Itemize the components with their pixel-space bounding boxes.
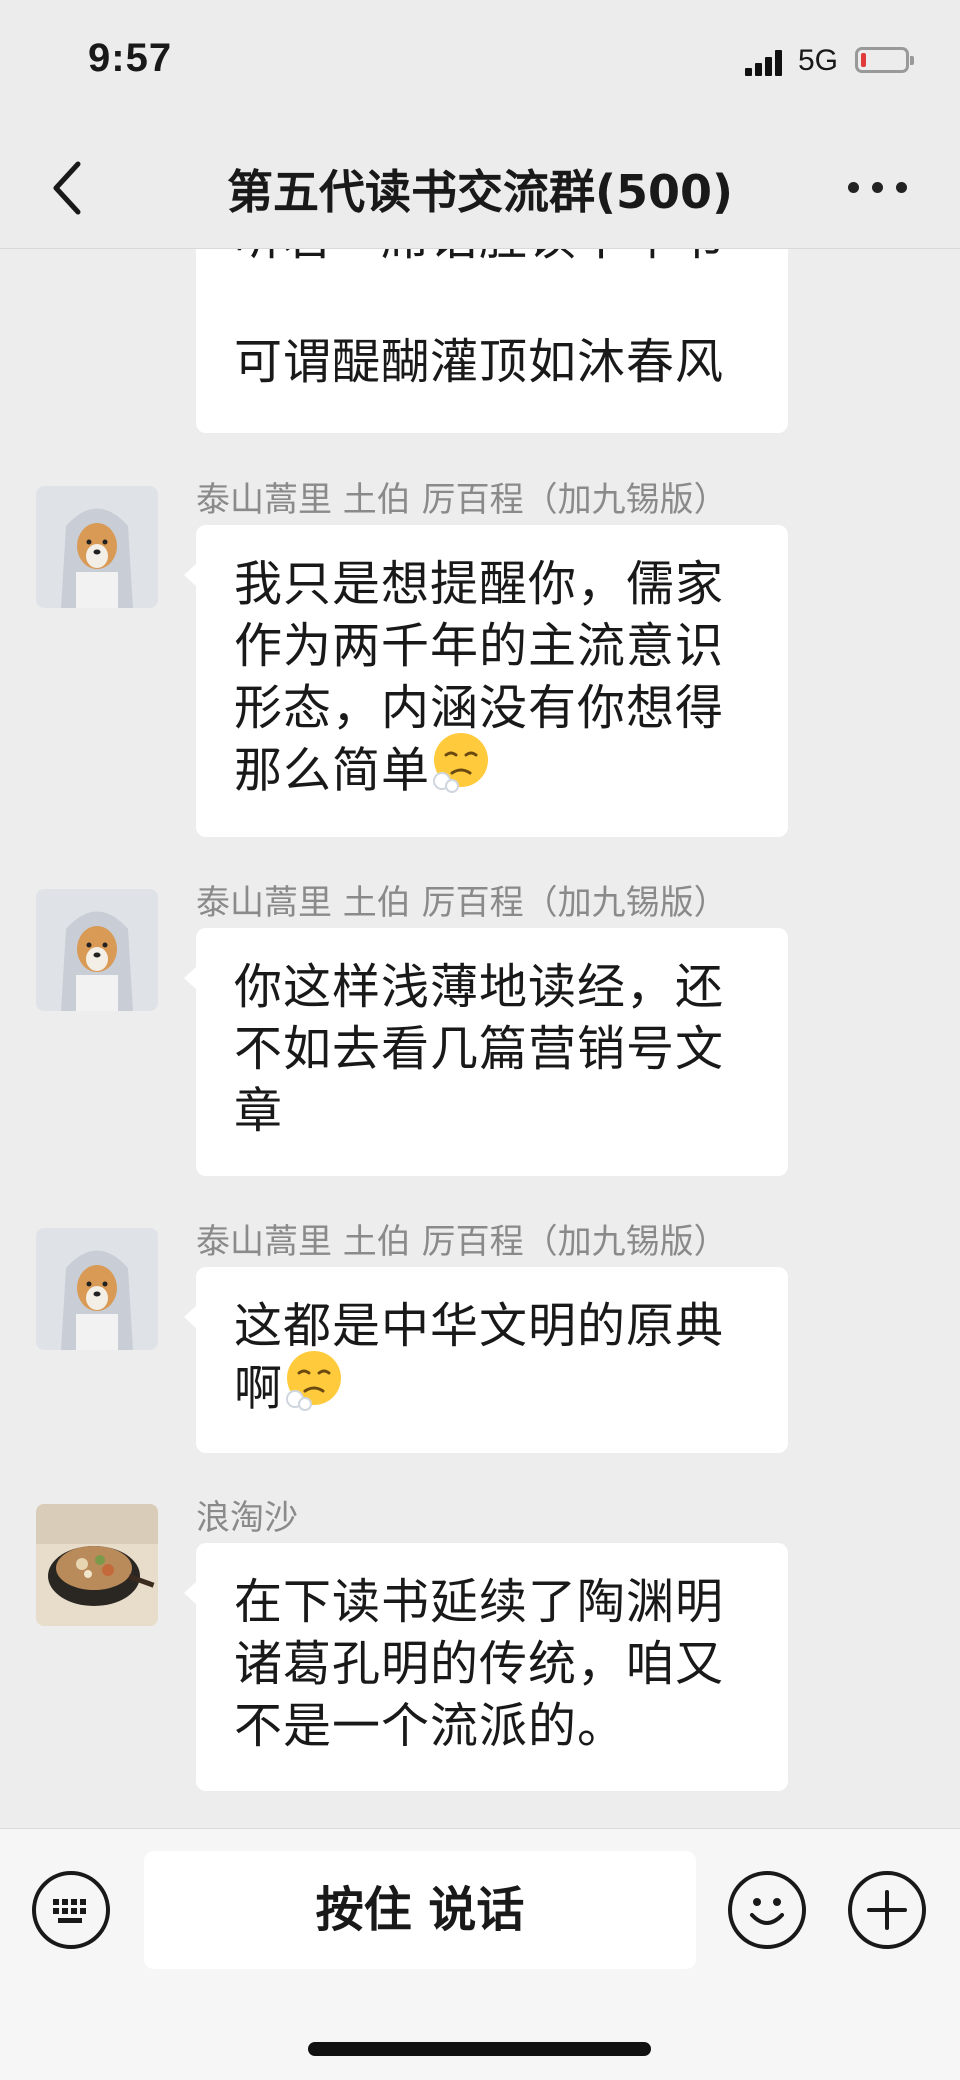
input-bar: 按住 说话 [0,1828,960,2080]
message-bubble[interactable]: 我只是想提醒你，儒家 作为两千年的主流意识 形态，内涵没有你想得 那么简单 [184,525,788,837]
message-line: 形态，内涵没有你想得 [234,680,725,736]
message-line: 章 [234,1083,284,1139]
sigh-emoji-icon [283,1349,345,1426]
message-line: 听君一席话胜读十年书 [234,249,750,269]
avatar[interactable] [36,1504,158,1626]
plus-icon[interactable] [848,1871,926,1949]
keyboard-icon[interactable] [32,1871,110,1949]
message-line: 诸葛孔明的传统，咱又 [234,1636,725,1692]
group-title: 第五代读书交流群(500) [226,165,734,219]
message-line: 可谓醍醐灌顶如沐春风 [234,334,725,390]
chat-header: 第五代读书交流群(500) [0,130,960,249]
message-line [234,269,750,331]
message-bubble[interactable]: 听君一席话胜读十年书 可谓醍醐灌顶如沐春风 [196,249,788,433]
message-list[interactable]: 听君一席话胜读十年书 可谓醍醐灌顶如沐春风 泰山蒿里 土伯 厉百程（加九锡版） … [0,249,960,1827]
network-type: 5G [798,44,839,77]
message-bubble[interactable]: 你这样浅薄地读经，还 不如去看几篇营销号文 章 [184,928,788,1176]
avatar[interactable] [36,889,158,1011]
message-bubble[interactable]: 这都是中华文明的原典 啊 [184,1267,788,1453]
avatar[interactable] [36,486,158,608]
message-line: 不是一个流派的。 [234,1698,627,1754]
sender-name: 浪淘沙 [196,1498,298,1538]
message-line: 你这样浅薄地读经，还 [234,959,725,1015]
status-bar: 9:57 5G [0,0,960,130]
message-line: 在下读书延续了陶渊明 [234,1574,725,1630]
message-line: 不如去看几篇营销号文 [234,1021,725,1077]
sender-name: 泰山蒿里 土伯 厉百程（加九锡版） [196,883,728,923]
sender-name: 泰山蒿里 土伯 厉百程（加九锡版） [196,480,728,520]
ellipsis-icon[interactable] [848,180,908,196]
signal-icon [745,50,785,76]
message-line: 这都是中华文明的原典 [234,1298,725,1354]
sender-name: 泰山蒿里 土伯 厉百程（加九锡版） [196,1222,728,1262]
status-time: 9:57 [88,36,173,80]
message-line: 那么简单 [234,733,750,808]
smiley-icon[interactable] [728,1871,806,1949]
home-indicator[interactable] [308,2042,651,2056]
avatar[interactable] [36,1228,158,1350]
message-bubble[interactable]: 在下读书延续了陶渊明 诸葛孔明的传统，咱又 不是一个流派的。 [184,1543,788,1791]
message-text: 那么简单 [234,742,431,799]
message-line: 我只是想提醒你，儒家 [234,556,725,612]
message-text: 啊 [234,1360,284,1417]
battery-icon [855,47,914,73]
sigh-emoji-icon [430,731,492,808]
message-line: 作为两千年的主流意识 [234,618,725,674]
hold-to-talk-button[interactable]: 按住 说话 [144,1851,696,1969]
message-line: 啊 [234,1351,750,1426]
